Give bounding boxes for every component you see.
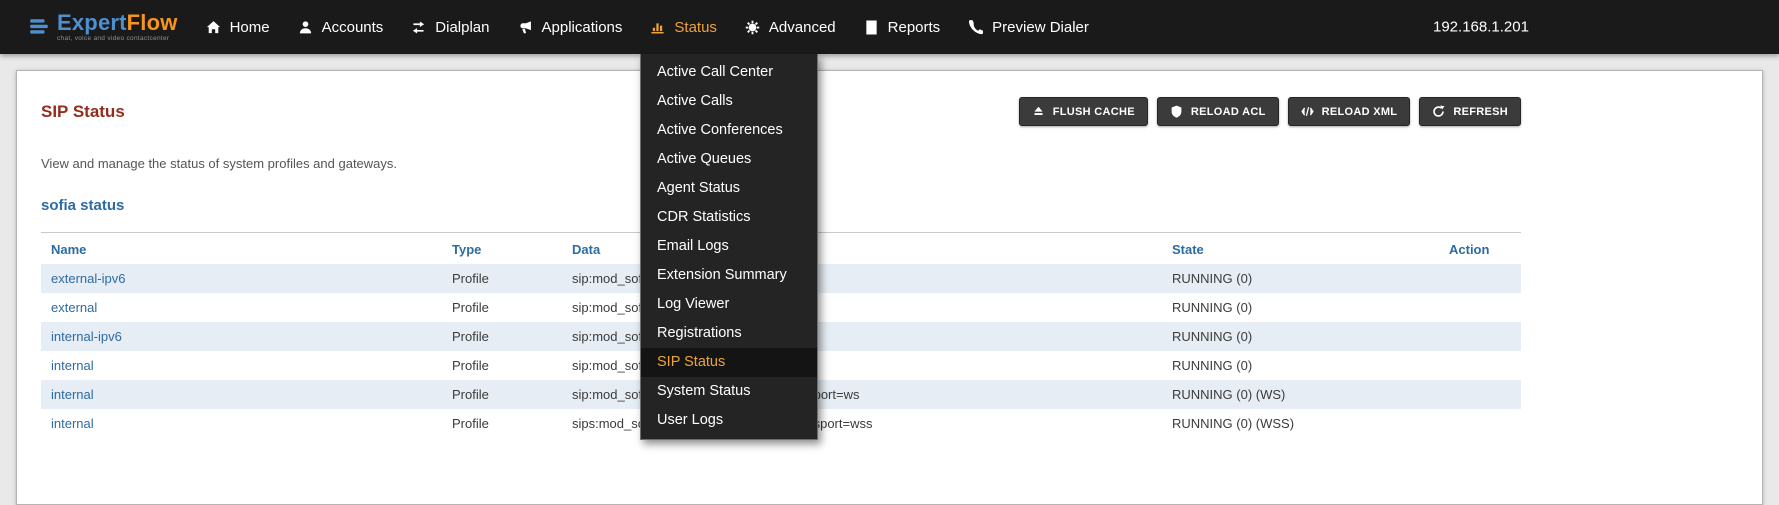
nav-item-applications[interactable]: Applications <box>504 0 637 54</box>
nav-item-label: Reports <box>888 19 941 36</box>
menu-item-cdr-statistics[interactable]: CDR Statistics <box>641 203 817 232</box>
nav-item-advanced[interactable]: Advanced <box>731 0 850 54</box>
menu-item-sip-status[interactable]: SIP Status <box>641 348 817 377</box>
gear-icon <box>745 20 760 35</box>
menu-item-active-calls[interactable]: Active Calls <box>641 87 817 116</box>
button-label: FLUSH CACHE <box>1053 106 1135 118</box>
expertflow-logo-icon <box>28 16 50 38</box>
menu-item-log-viewer[interactable]: Log Viewer <box>641 290 817 319</box>
report-document-icon <box>864 20 879 35</box>
button-label: REFRESH <box>1453 106 1508 118</box>
transfer-arrows-icon <box>411 20 426 35</box>
server-ip-address: 192.168.1.201 <box>1433 19 1529 36</box>
nav-item-label: Home <box>230 19 270 36</box>
nav-item-label: Advanced <box>769 19 836 36</box>
page-toolbar: FLUSH CACHE RELOAD ACL RELOAD XML REFRES… <box>1010 97 1521 126</box>
column-header-name: Name <box>41 233 442 265</box>
nav-item-reports[interactable]: Reports <box>850 0 955 54</box>
column-header-type: Type <box>442 233 562 265</box>
logo-text-primary: Expert <box>57 10 127 35</box>
shield-icon <box>1170 105 1183 118</box>
page-title: SIP Status <box>41 102 125 122</box>
action-cell <box>1439 293 1521 322</box>
menu-item-agent-status[interactable]: Agent Status <box>641 174 817 203</box>
action-cell <box>1439 380 1521 409</box>
reload-acl-button[interactable]: RELOAD ACL <box>1157 97 1279 126</box>
code-icon <box>1301 105 1314 118</box>
nav-item-home[interactable]: Home <box>192 0 284 54</box>
megaphone-icon <box>518 20 533 35</box>
nav-item-preview-dialer[interactable]: Preview Dialer <box>954 0 1103 54</box>
column-header-state: State <box>1162 233 1439 265</box>
type-cell: Profile <box>442 264 562 293</box>
user-icon <box>298 20 313 35</box>
button-label: RELOAD XML <box>1322 106 1398 118</box>
type-cell: Profile <box>442 293 562 322</box>
menu-item-active-call-center[interactable]: Active Call Center <box>641 58 817 87</box>
menu-item-registrations[interactable]: Registrations <box>641 319 817 348</box>
type-cell: Profile <box>442 380 562 409</box>
nav-item-accounts[interactable]: Accounts <box>284 0 398 54</box>
profile-name-link[interactable]: external-ipv6 <box>51 271 125 286</box>
state-cell: RUNNING (0) <box>1162 264 1439 293</box>
content-card: SIP Status FLUSH CACHE RELOAD ACL RELOAD… <box>16 70 1763 505</box>
type-cell: Profile <box>442 351 562 380</box>
flush-cache-button[interactable]: FLUSH CACHE <box>1019 97 1148 126</box>
type-cell: Profile <box>442 409 562 438</box>
menu-item-active-conferences[interactable]: Active Conferences <box>641 116 817 145</box>
bar-chart-icon <box>650 20 665 35</box>
expertflow-logo[interactable]: ExpertFlow chat, voice and video contact… <box>28 12 178 43</box>
state-cell: RUNNING (0) (WS) <box>1162 380 1439 409</box>
refresh-icon <box>1432 105 1445 118</box>
nav-item-label: Dialplan <box>435 19 489 36</box>
state-cell: RUNNING (0) (WSS) <box>1162 409 1439 438</box>
button-label: RELOAD ACL <box>1191 106 1266 118</box>
profile-name-link[interactable]: internal <box>51 387 94 402</box>
menu-item-extension-summary[interactable]: Extension Summary <box>641 261 817 290</box>
nav-item-label: Applications <box>542 19 623 36</box>
action-cell <box>1439 322 1521 351</box>
nav-item-dialplan[interactable]: Dialplan <box>397 0 503 54</box>
action-cell <box>1439 351 1521 380</box>
nav-item-label: Preview Dialer <box>992 19 1089 36</box>
menu-item-active-queues[interactable]: Active Queues <box>641 145 817 174</box>
status-dropdown-menu: Active Call Center Active Calls Active C… <box>640 54 818 440</box>
state-cell: RUNNING (0) <box>1162 293 1439 322</box>
nav-item-label: Accounts <box>322 19 384 36</box>
menu-item-user-logs[interactable]: User Logs <box>641 406 817 435</box>
state-cell: RUNNING (0) <box>1162 351 1439 380</box>
profile-name-link[interactable]: external <box>51 300 97 315</box>
state-cell: RUNNING (0) <box>1162 322 1439 351</box>
logo-tagline: chat, voice and video contactcenter <box>57 36 178 43</box>
type-cell: Profile <box>442 322 562 351</box>
reload-xml-button[interactable]: RELOAD XML <box>1288 97 1411 126</box>
main-menu: Home Accounts Dialplan Applications Stat… <box>192 0 1103 54</box>
action-cell <box>1439 264 1521 293</box>
nav-item-label: Status <box>674 19 717 36</box>
profile-name-link[interactable]: internal <box>51 358 94 373</box>
phone-icon <box>968 20 983 35</box>
profile-name-link[interactable]: internal-ipv6 <box>51 329 122 344</box>
action-cell <box>1439 409 1521 438</box>
column-header-action: Action <box>1439 233 1521 265</box>
top-navbar: ExpertFlow chat, voice and video contact… <box>0 0 1779 54</box>
menu-item-email-logs[interactable]: Email Logs <box>641 232 817 261</box>
flush-cache-icon <box>1032 105 1045 118</box>
profile-name-link[interactable]: internal <box>51 416 94 431</box>
logo-text-secondary: Flow <box>127 10 178 35</box>
home-icon <box>206 20 221 35</box>
menu-item-system-status[interactable]: System Status <box>641 377 817 406</box>
logo-title: ExpertFlow <box>57 12 178 34</box>
nav-item-status[interactable]: Status <box>636 0 731 54</box>
refresh-button[interactable]: REFRESH <box>1419 97 1521 126</box>
